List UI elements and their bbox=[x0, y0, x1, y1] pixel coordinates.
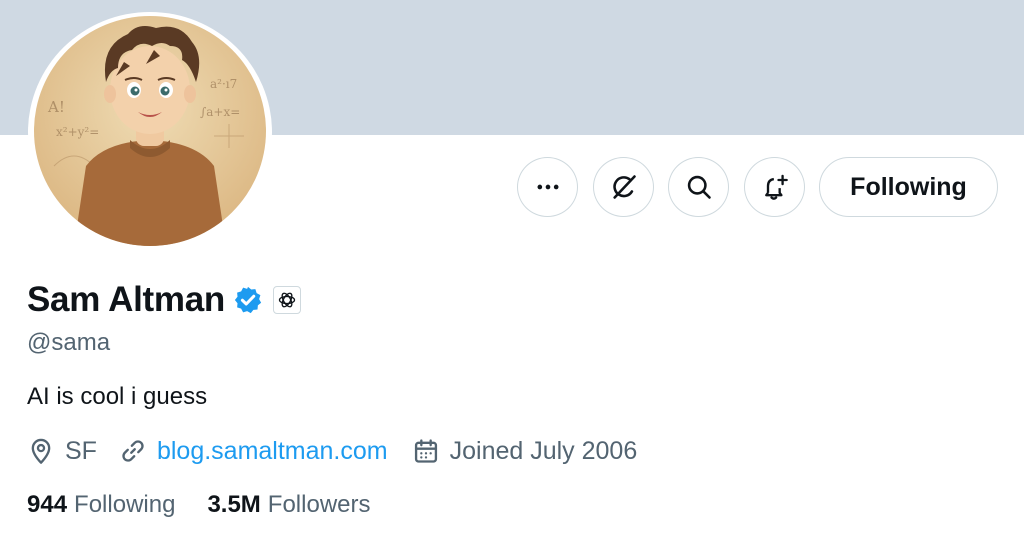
followers-count: 3.5M bbox=[207, 491, 261, 518]
avatar-illustration: A! x²+y²= a²·ı7 ∫a+x= bbox=[34, 16, 266, 246]
location-text: SF bbox=[65, 436, 97, 465]
svg-text:∫a+x=: ∫a+x= bbox=[200, 105, 240, 119]
profile-meta: SF blog.samaltman.com Joined July 2006 bbox=[27, 434, 637, 468]
svg-text:a²·ı7: a²·ı7 bbox=[210, 77, 237, 91]
following-label: Following bbox=[74, 491, 176, 518]
affiliation-badge[interactable] bbox=[272, 286, 301, 314]
more-horizontal-icon bbox=[537, 184, 558, 190]
join-date-text: Joined July 2006 bbox=[449, 436, 638, 465]
following-count-link[interactable]: 944 Following bbox=[27, 491, 175, 519]
search-icon bbox=[687, 175, 711, 199]
search-button[interactable] bbox=[668, 157, 729, 217]
website-link[interactable]: blog.samaltman.com bbox=[157, 437, 388, 466]
notification-button[interactable] bbox=[744, 157, 805, 217]
following-count: 944 bbox=[27, 491, 68, 518]
grok-button[interactable] bbox=[593, 157, 654, 217]
followers-count-link[interactable]: 3.5M Followers bbox=[207, 491, 370, 519]
more-button[interactable] bbox=[517, 157, 578, 217]
follow-stats: 944 Following 3.5M Followers bbox=[27, 490, 371, 520]
link-icon bbox=[122, 440, 144, 462]
handle: @sama bbox=[27, 329, 111, 356]
location-pin-icon bbox=[31, 438, 51, 464]
bell-plus-icon bbox=[764, 174, 788, 200]
join-date: Joined July 2006 bbox=[412, 436, 638, 466]
location: SF bbox=[27, 437, 97, 466]
followers-label: Followers bbox=[267, 491, 371, 518]
bio: AI is cool i guess bbox=[27, 383, 208, 410]
verified-badge-icon[interactable] bbox=[233, 285, 263, 315]
svg-text:A!: A! bbox=[47, 98, 65, 116]
name-row: Sam Altman bbox=[27, 278, 301, 322]
openai-logo-icon bbox=[278, 292, 296, 308]
calendar-icon bbox=[414, 439, 437, 463]
display-name: Sam Altman bbox=[27, 280, 225, 319]
svg-text:x²+y²=: x²+y²= bbox=[56, 125, 99, 139]
following-button[interactable]: Following bbox=[819, 157, 998, 217]
avatar[interactable]: A! x²+y²= a²·ı7 ∫a+x= bbox=[34, 16, 266, 246]
grok-icon bbox=[612, 175, 636, 199]
website[interactable]: blog.samaltman.com bbox=[119, 437, 388, 466]
